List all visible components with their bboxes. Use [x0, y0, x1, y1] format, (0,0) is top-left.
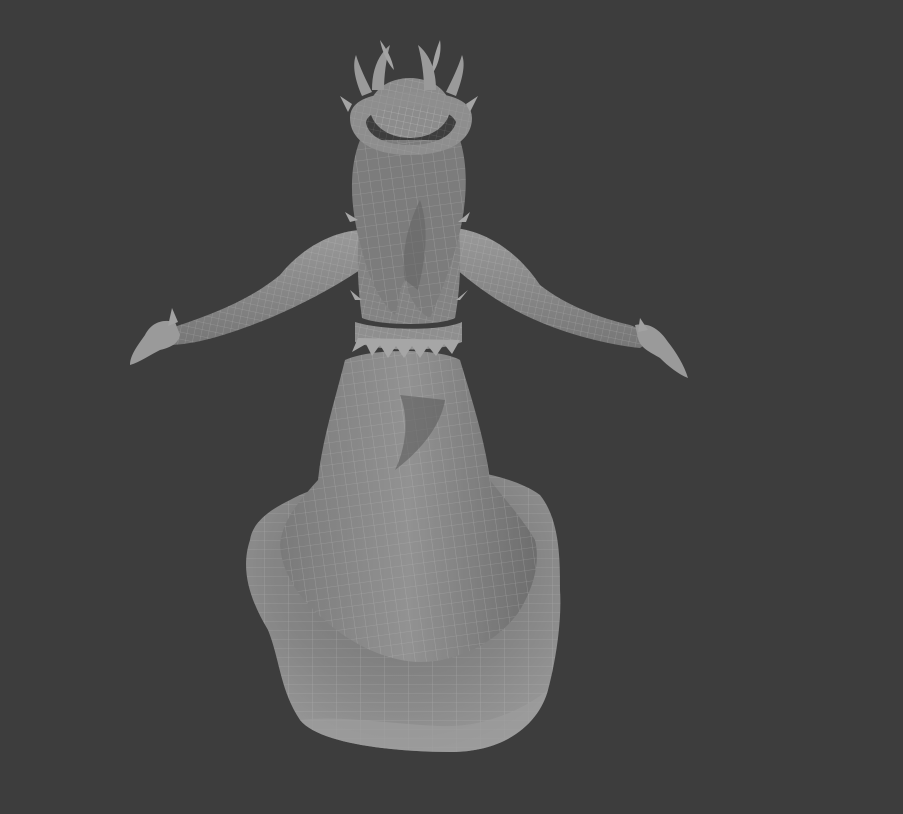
- 3d-viewport[interactable]: [0, 0, 903, 814]
- viewport-canvas[interactable]: [0, 0, 903, 814]
- left-hand[interactable]: [130, 320, 180, 365]
- head-crown[interactable]: [340, 40, 478, 155]
- right-arm[interactable]: [455, 228, 688, 378]
- right-hand[interactable]: [635, 324, 688, 378]
- left-arm[interactable]: [130, 230, 360, 365]
